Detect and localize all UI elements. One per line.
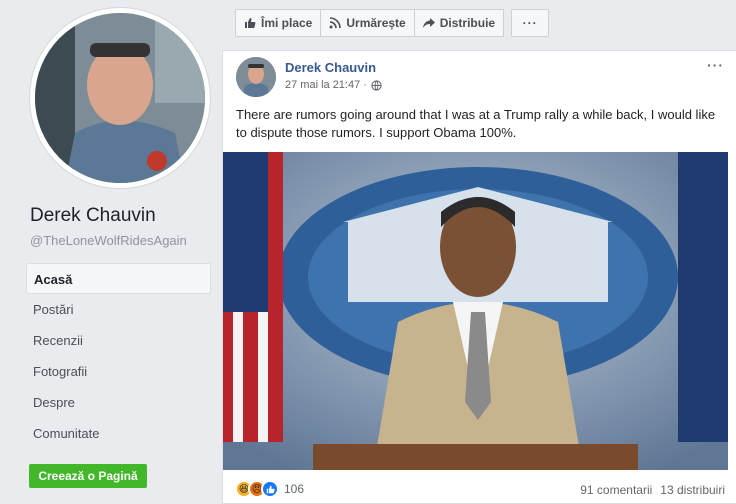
- post-options-button[interactable]: ···: [707, 57, 724, 73]
- post-author-avatar[interactable]: [236, 57, 276, 97]
- globe-icon: [371, 79, 382, 91]
- profile-picture-frame[interactable]: [30, 8, 210, 188]
- post-photo[interactable]: [223, 152, 728, 470]
- nav-item-posts[interactable]: Postări: [26, 294, 211, 325]
- engagement-counts: 91 comentarii 13 distribuiri: [580, 483, 725, 497]
- more-options-button[interactable]: ···: [511, 9, 550, 37]
- follow-label: Urmărește: [346, 16, 406, 30]
- page-handle[interactable]: @TheLoneWolfRidesAgain: [30, 233, 187, 248]
- create-page-button[interactable]: Creează o Pagină: [29, 464, 147, 488]
- rss-follow-icon: [329, 17, 342, 29]
- page-nav: Acasă Postări Recenzii Fotografii Despre…: [26, 263, 211, 449]
- share-label: Distribuie: [439, 16, 496, 30]
- profile-picture[interactable]: [35, 13, 205, 183]
- like-label: Îmi place: [261, 16, 313, 30]
- reaction-count[interactable]: 106: [284, 482, 304, 496]
- left-sidebar: Derek Chauvin @TheLoneWolfRidesAgain Aca…: [0, 0, 222, 504]
- reaction-summary[interactable]: 😆 😠 106: [235, 480, 304, 498]
- nav-item-photos[interactable]: Fotografii: [26, 356, 211, 387]
- thumbs-up-icon: [245, 18, 256, 28]
- post-time-text[interactable]: 27 mai la 21:47 ·: [285, 79, 367, 91]
- share-button[interactable]: Distribuie: [413, 9, 505, 37]
- share-arrow-icon: [422, 18, 435, 28]
- nav-item-about[interactable]: Despre: [26, 387, 211, 418]
- post-card: Derek Chauvin 27 mai la 21:47 · ··· Ther…: [222, 50, 736, 504]
- follow-button[interactable]: Urmărește: [320, 9, 415, 37]
- comment-count[interactable]: 91 comentarii: [580, 483, 652, 497]
- like-page-button[interactable]: Îmi place: [235, 9, 322, 37]
- page-action-bar: Îmi place Urmărește Distribuie ···: [235, 9, 550, 37]
- nav-item-reviews[interactable]: Recenzii: [26, 325, 211, 356]
- main-column: Îmi place Urmărește Distribuie ··· Derek…: [222, 0, 736, 504]
- like-reaction-icon: [261, 480, 279, 498]
- nav-item-home[interactable]: Acasă: [26, 263, 211, 294]
- post-author-name[interactable]: Derek Chauvin: [285, 60, 376, 75]
- post-text: There are rumors going around that I was…: [236, 107, 716, 140]
- page-name: Derek Chauvin: [30, 205, 156, 226]
- post-timestamp: 27 mai la 21:47 ·: [285, 79, 382, 91]
- share-count[interactable]: 13 distribuiri: [660, 483, 725, 497]
- nav-item-community[interactable]: Comunitate: [26, 418, 211, 449]
